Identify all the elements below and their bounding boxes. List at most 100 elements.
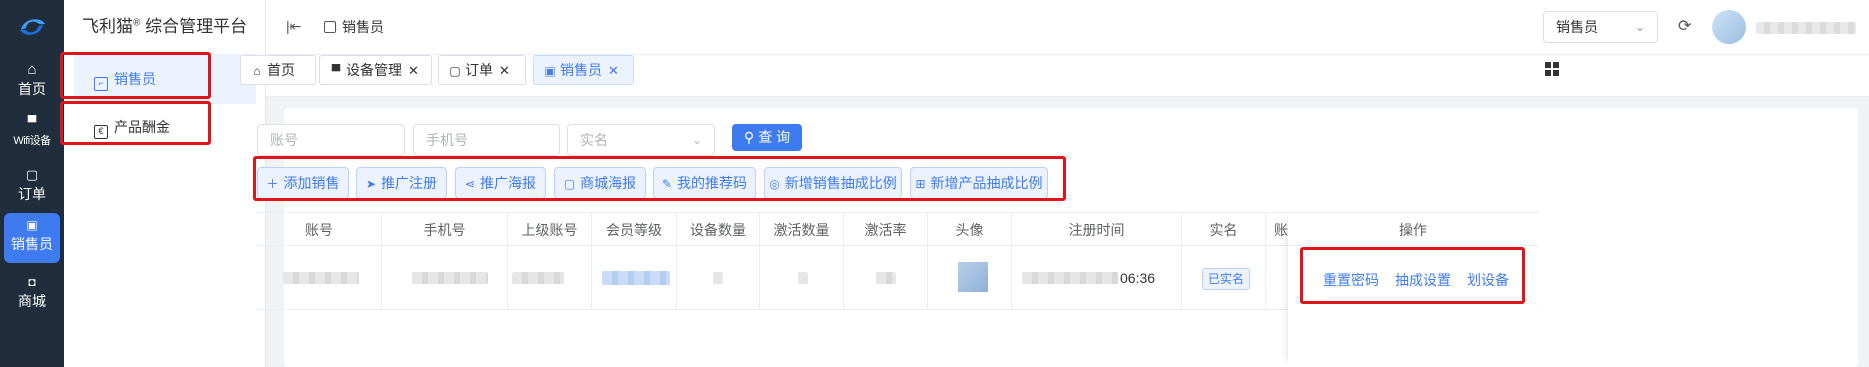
monitor-icon: ▀ — [331, 64, 341, 78]
column-header: 激活率 — [844, 213, 928, 247]
cell-register-time: 06:36 — [1012, 246, 1182, 310]
commission-settings-link[interactable]: 抽成设置 — [1395, 270, 1451, 290]
rail-item-label: Wifi设备 — [13, 135, 51, 147]
promote-register-button[interactable]: ➤ 推广注册 — [356, 167, 447, 199]
rail-item-home[interactable]: ⌂ 首页 — [4, 58, 60, 108]
tab-device-management[interactable]: ▀ 设备管理 ✕ — [319, 55, 432, 85]
badge-icon: ▣ — [26, 218, 38, 232]
assign-device-link[interactable]: 划设备 — [1467, 270, 1509, 290]
edit-icon: ✎ — [661, 177, 673, 191]
query-button[interactable]: ⚲ 查 询 — [732, 124, 802, 151]
send-icon: ➤ — [365, 177, 377, 191]
cell-activation-rate — [844, 246, 928, 310]
chevron-down-icon: ⌄ — [1634, 20, 1645, 34]
role-select-value: 销售员 — [1556, 19, 1598, 35]
tab-label: 首页 — [267, 62, 295, 78]
reset-password-link[interactable]: 重置密码 — [1323, 270, 1379, 290]
cell-parent-account — [508, 246, 592, 310]
share-icon: ⋖ — [464, 177, 476, 191]
tab-orders[interactable]: ▢ 订单 ✕ — [438, 55, 526, 85]
tab-label: 设备管理 — [346, 62, 402, 78]
rail-item-orders[interactable]: ▢ 订单 — [4, 163, 60, 213]
badge-icon: ⌐ — [94, 77, 108, 91]
top-header: |⇤ 销售员 销售员 ⌄ ⟳ — [266, 0, 1869, 55]
tab-home[interactable]: ⌂ 首页 — [240, 55, 316, 85]
grid-menu-icon[interactable] — [1545, 62, 1559, 76]
rail-item-wifi-devices[interactable]: ▀ Wifi设备 — [4, 110, 60, 160]
action-label: 我的推荐码 — [677, 175, 748, 191]
bag-icon: ▢ — [563, 177, 576, 191]
close-icon[interactable]: ✕ — [408, 63, 419, 78]
column-header: 账号 — [257, 213, 382, 247]
register-time-text: 06:36 — [1120, 270, 1156, 286]
cell-member-level — [592, 246, 677, 310]
cell-activated-count — [760, 246, 844, 310]
tab-label: 订单 — [465, 62, 493, 78]
cell-phone — [382, 246, 508, 310]
action-label: 新增产品抽成比例 — [930, 175, 1043, 191]
cell-device-count — [677, 246, 760, 310]
plus-icon: ＋ — [266, 177, 279, 191]
role-select[interactable]: 销售员 ⌄ — [1543, 11, 1658, 43]
home-icon: ⌂ — [27, 61, 37, 78]
cell-realname: 已实名 — [1182, 246, 1266, 310]
close-icon[interactable]: ✕ — [499, 63, 510, 78]
brand-suffix: 综合管理平台 — [140, 17, 248, 36]
clipboard-icon: ▢ — [25, 167, 39, 182]
rail-item-salesperson[interactable]: ▣ 销售员 — [4, 213, 60, 263]
column-header: 手机号 — [382, 213, 508, 247]
app-root: ⌂ 首页 ▀ Wifi设备 ▢ 订单 ▣ 销售员 ◘ 商城 飞利猫® 综合管理平… — [0, 0, 1869, 367]
add-sales-commission-button[interactable]: ◎ 新增销售抽成比例 — [764, 167, 902, 199]
user-name-redacted — [1756, 22, 1856, 34]
tab-label: 销售员 — [560, 62, 602, 78]
close-icon[interactable]: ✕ — [608, 63, 619, 78]
collapse-sidebar-icon[interactable]: |⇤ — [286, 18, 301, 35]
column-header: 会员等级 — [592, 213, 677, 247]
tab-salesperson[interactable]: ▣ 销售员 ✕ — [533, 55, 634, 85]
salesperson-table: 账号 手机号 上级账号 会员等级 设备数量 激活数量 激活率 头像 注册时间 实… — [257, 212, 1815, 367]
phone-input[interactable]: 手机号 — [413, 124, 560, 156]
action-label: 推广注册 — [381, 175, 438, 191]
status-badge: 已实名 — [1202, 268, 1250, 290]
avatar — [1712, 10, 1746, 44]
badge-icon: ▣ — [544, 64, 556, 78]
account-input[interactable]: 账号 — [257, 124, 405, 156]
shop-poster-button[interactable]: ▢ 商城海报 — [554, 167, 646, 199]
my-referral-code-button[interactable]: ✎ 我的推荐码 — [653, 167, 756, 199]
action-label: 商城海报 — [580, 175, 637, 191]
rail-item-label: 销售员 — [11, 236, 53, 252]
coins-icon: ◎ — [769, 177, 780, 191]
cell-avatar — [928, 246, 1012, 310]
brand-title: 飞利猫® 综合管理平台 — [82, 12, 247, 37]
app-logo-icon — [20, 19, 45, 35]
phone-placeholder: 手机号 — [426, 132, 468, 148]
action-label: 推广海报 — [480, 175, 537, 191]
realname-select[interactable]: 实名 ⌄ — [567, 124, 715, 156]
add-salesperson-button[interactable]: ＋ 添加销售 — [257, 167, 349, 199]
shop-icon: ◘ — [28, 275, 36, 289]
sidebar-item-product-commission[interactable]: € 产品酬金 — [74, 102, 256, 152]
column-header: 上级账号 — [508, 213, 592, 247]
main-rail: ⌂ 首页 ▀ Wifi设备 ▢ 订单 ▣ 销售员 ◘ 商城 — [0, 0, 64, 367]
column-header: 实名 — [1182, 213, 1266, 247]
rail-item-shop[interactable]: ◘ 商城 — [4, 270, 60, 320]
column-header: 激活数量 — [760, 213, 844, 247]
breadcrumb-current: 销售员 — [342, 19, 384, 35]
content-card: 账号 手机号 实名 ⌄ ⚲ 查 询 ＋ 添加销售 ➤ 推广注册 ⋖ 推广海报 ▢ 商城海报… — [257, 108, 1858, 367]
currency-icon: € — [94, 125, 108, 139]
rail-item-label: 商城 — [18, 293, 46, 309]
avatar — [958, 262, 988, 292]
operations-column: 操作 重置密码 抽成设置 划设备 — [1288, 212, 1538, 367]
realname-placeholder: 实名 — [580, 132, 608, 148]
refresh-icon[interactable]: ⟳ — [1678, 16, 1691, 36]
column-header-operations: 操作 — [1288, 212, 1538, 246]
add-product-commission-button[interactable]: ⊞ 新增产品抽成比例 — [910, 167, 1048, 199]
rail-item-label: 首页 — [18, 81, 46, 97]
chevron-down-icon: ⌄ — [691, 133, 702, 147]
sidebar-item-label: 销售员 — [114, 71, 156, 87]
query-button-label: 查 询 — [758, 129, 791, 145]
sidebar-item-salesperson[interactable]: ⌐ 销售员 — [74, 54, 256, 104]
user-menu[interactable] — [1712, 10, 1862, 44]
promote-poster-button[interactable]: ⋖ 推广海报 — [455, 167, 546, 199]
monitor-icon: ▀ — [27, 115, 37, 129]
